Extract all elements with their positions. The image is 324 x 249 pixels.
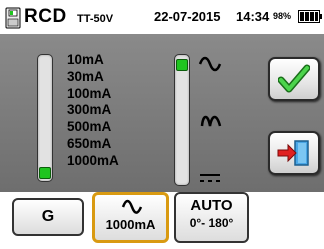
waveform-scroll-bar[interactable] (174, 54, 190, 186)
date-display: 22-07-2015 (154, 9, 221, 24)
page-title: RCD (24, 6, 67, 27)
confirm-button[interactable] (268, 57, 320, 101)
current-option-300ma[interactable]: 300mA (67, 102, 119, 119)
ac-sine-icon (121, 199, 143, 214)
exit-button[interactable] (268, 131, 320, 175)
auto-label: AUTO (190, 197, 233, 214)
current-list: 10mA 30mA 100mA 300mA 500mA 650mA 1000mA (67, 52, 119, 170)
settings-panel: 10mA 30mA 100mA 300mA 500mA 650mA 1000mA (0, 34, 324, 192)
current-option-500ma[interactable]: 500mA (67, 119, 119, 136)
current-scroll-bar[interactable] (37, 54, 53, 182)
pulsating-dc-icon[interactable] (200, 112, 222, 128)
current-label: 1000mA (105, 217, 156, 232)
dc-icon[interactable] (198, 172, 222, 184)
footer-bar: G 1000mA AUTO 0°- 180° (0, 192, 324, 249)
checkmark-icon (278, 64, 310, 93)
auto-phase-button[interactable]: AUTO 0°- 180° (174, 192, 249, 243)
battery-percent: 98% (273, 11, 292, 21)
current-option-30ma[interactable]: 30mA (67, 69, 119, 86)
current-option-1000ma[interactable]: 1000mA (67, 153, 119, 170)
waveform-selection-indicator (176, 59, 188, 71)
time-display: 14:34 (236, 9, 270, 24)
g-button[interactable]: G (12, 198, 84, 236)
rcd-breaker-icon (5, 7, 21, 29)
waveform-current-button[interactable]: 1000mA (92, 192, 169, 243)
current-selection-indicator (39, 167, 51, 179)
exit-door-icon (277, 140, 309, 166)
header: RCD TT-50V 22-07-2015 14:34 98% (0, 0, 324, 34)
current-option-100ma[interactable]: 100mA (67, 86, 119, 103)
current-option-10ma[interactable]: 10mA (67, 52, 119, 69)
battery-icon (298, 10, 322, 23)
system-mode: TT-50V (77, 13, 114, 25)
rcd-test-screen: RCD TT-50V 22-07-2015 14:34 98% 10mA 30m… (0, 0, 324, 249)
phase-label: 0°- 180° (189, 216, 234, 230)
ac-sine-icon[interactable] (198, 56, 222, 72)
current-option-650ma[interactable]: 650mA (67, 136, 119, 153)
